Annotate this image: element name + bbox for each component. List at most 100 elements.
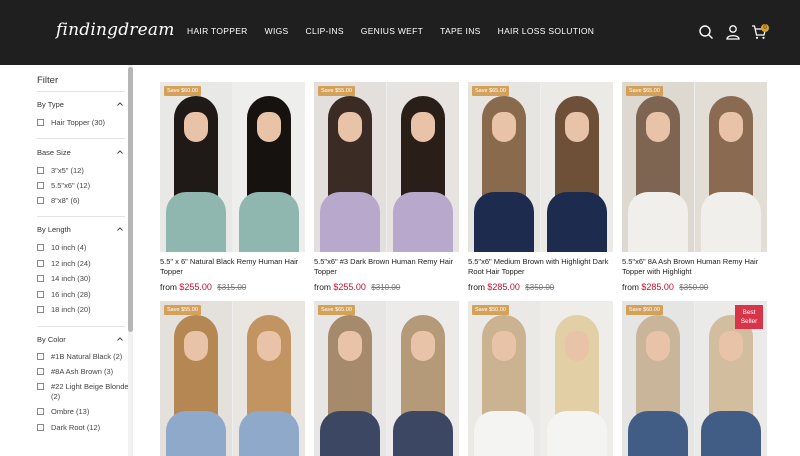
product-card[interactable]: Save $55.00 5.5"x6" #3 Dark Brown Human … — [314, 82, 459, 292]
price-row: from $285.00 $350.00 — [468, 282, 613, 292]
filter-group-base-size[interactable]: Base Size — [37, 148, 71, 157]
option-label: 18 inch (20) — [51, 305, 91, 314]
checkbox[interactable] — [37, 260, 44, 267]
product-card[interactable]: Save $65.00 — [314, 301, 459, 456]
product-image[interactable]: Save $50.00 — [468, 301, 613, 456]
before-photo — [160, 82, 232, 252]
option-label: 12 inch (24) — [51, 259, 91, 268]
divider — [37, 91, 125, 92]
filter-option[interactable]: 18 inch (20) — [37, 305, 129, 315]
product-image[interactable]: Save $60.00 — [160, 82, 305, 252]
price-from-label: from — [314, 282, 331, 292]
save-badge: Save $55.00 — [318, 86, 355, 96]
checkbox[interactable] — [37, 383, 44, 390]
checkbox[interactable] — [37, 291, 44, 298]
divider — [37, 138, 125, 139]
filter-option[interactable]: 14 inch (30) — [37, 274, 129, 284]
filter-option[interactable]: #8A Ash Brown (3) — [37, 367, 129, 377]
option-label: 14 inch (30) — [51, 274, 91, 283]
before-photo — [622, 82, 694, 252]
product-card[interactable]: Save $55.00 — [160, 301, 305, 456]
search-icon[interactable] — [698, 24, 714, 40]
nav-clip-ins[interactable]: CLIP-INS — [306, 26, 344, 36]
divider — [37, 326, 125, 327]
filter-group-by-color[interactable]: By Color — [37, 335, 66, 344]
filter-option[interactable]: 12 inch (24) — [37, 259, 129, 269]
filter-option[interactable]: 3"x5" (12) — [37, 166, 129, 176]
filter-option[interactable]: 8"x8" (6) — [37, 196, 129, 206]
checkbox[interactable] — [37, 424, 44, 431]
checkbox[interactable] — [37, 306, 44, 313]
filter-option[interactable]: Dark Root (12) — [37, 423, 129, 433]
filter-option[interactable]: 16 inch (28) — [37, 290, 129, 300]
sale-price: $255.00 — [333, 282, 366, 292]
product-card[interactable]: Save $65.00 5.5"x6" Medium Brown with Hi… — [468, 82, 613, 292]
filter-group-by-length[interactable]: By Length — [37, 225, 71, 234]
nav-hair-topper[interactable]: HAIR TOPPER — [187, 26, 248, 36]
checkbox[interactable] — [37, 167, 44, 174]
chevron-up-icon[interactable] — [117, 226, 123, 232]
product-name[interactable]: 5.5"x6" Medium Brown with Highlight Dark… — [468, 257, 613, 277]
after-photo — [541, 301, 613, 456]
nav-wigs[interactable]: WIGS — [265, 26, 289, 36]
nav-hair-loss-solution[interactable]: HAIR LOSS SOLUTION — [498, 26, 595, 36]
option-label: 16 inch (28) — [51, 290, 91, 299]
filter-option[interactable]: 5.5"x6" (12) — [37, 181, 129, 191]
save-badge: Save $65.00 — [626, 86, 663, 96]
checkbox[interactable] — [37, 353, 44, 360]
save-badge: Save $60.00 — [164, 86, 201, 96]
product-image[interactable]: Save $60.00 Best Seller — [622, 301, 767, 456]
brand-logo[interactable]: findingdream — [56, 20, 175, 40]
cart-count-badge: 0 — [761, 24, 769, 32]
product-card[interactable]: Save $65.00 5.5"x6" 8A Ash Brown Human R… — [622, 82, 767, 292]
nav-tape-ins[interactable]: TAPE INS — [440, 26, 481, 36]
checkbox[interactable] — [37, 182, 44, 189]
checkbox[interactable] — [37, 119, 44, 126]
filter-group-by-type[interactable]: By Type — [37, 100, 64, 109]
product-image[interactable]: Save $55.00 — [160, 301, 305, 456]
before-photo — [468, 301, 540, 456]
sidebar-scrollbar-thumb[interactable] — [128, 67, 133, 332]
before-photo — [468, 82, 540, 252]
filter-option[interactable]: Ombre (13) — [37, 407, 129, 417]
product-image[interactable]: Save $65.00 — [314, 301, 459, 456]
checkbox[interactable] — [37, 368, 44, 375]
product-card[interactable]: Save $50.00 — [468, 301, 613, 456]
save-badge: Save $65.00 — [472, 86, 509, 96]
filter-option[interactable]: Hair Topper (30) — [37, 118, 129, 128]
product-image[interactable]: Save $65.00 — [622, 82, 767, 252]
product-image[interactable]: Save $55.00 — [314, 82, 459, 252]
sale-price: $285.00 — [641, 282, 674, 292]
option-label: Dark Root (12) — [51, 423, 101, 432]
checkbox[interactable] — [37, 275, 44, 282]
filter-option[interactable]: 10 inch (4) — [37, 243, 129, 253]
original-price: $310.00 — [371, 283, 401, 292]
product-name[interactable]: 5.5"x6" 8A Ash Brown Human Remy Hair Top… — [622, 257, 767, 277]
save-badge: Save $50.00 — [472, 305, 509, 315]
option-label: Hair Topper (30) — [51, 118, 106, 127]
after-photo — [695, 82, 767, 252]
chevron-up-icon[interactable] — [117, 336, 123, 342]
product-name[interactable]: 5.5"x6" #3 Dark Brown Human Remy Hair To… — [314, 257, 459, 277]
checkbox[interactable] — [37, 197, 44, 204]
nav-genius-weft[interactable]: GENIUS WEFT — [361, 26, 423, 36]
option-label: #22 Light Beige Blonde (2) — [51, 382, 129, 401]
product-card[interactable]: Save $60.00 Best Seller — [622, 301, 767, 456]
price-from-label: from — [468, 282, 485, 292]
chevron-up-icon[interactable] — [117, 101, 123, 107]
product-image[interactable]: Save $65.00 — [468, 82, 613, 252]
product-card[interactable]: Save $60.00 5.5" x 6" Natural Black Remy… — [160, 82, 305, 292]
checkbox[interactable] — [37, 244, 44, 251]
checkbox[interactable] — [37, 408, 44, 415]
filter-option[interactable]: #1B Natural Black (2) — [37, 352, 129, 362]
divider — [37, 216, 125, 217]
option-label: #1B Natural Black (2) — [51, 352, 123, 361]
chevron-up-icon[interactable] — [117, 149, 123, 155]
product-name[interactable]: 5.5" x 6" Natural Black Remy Human Hair … — [160, 257, 305, 277]
price-row: from $255.00 $315.00 — [160, 282, 305, 292]
price-from-label: from — [622, 282, 639, 292]
account-icon[interactable] — [725, 24, 741, 40]
main-nav: HAIR TOPPER WIGS CLIP-INS GENIUS WEFT TA… — [187, 26, 611, 36]
filter-option[interactable]: #22 Light Beige Blonde (2) — [37, 382, 129, 402]
site-header: findingdream HAIR TOPPER WIGS CLIP-INS G… — [0, 0, 800, 65]
